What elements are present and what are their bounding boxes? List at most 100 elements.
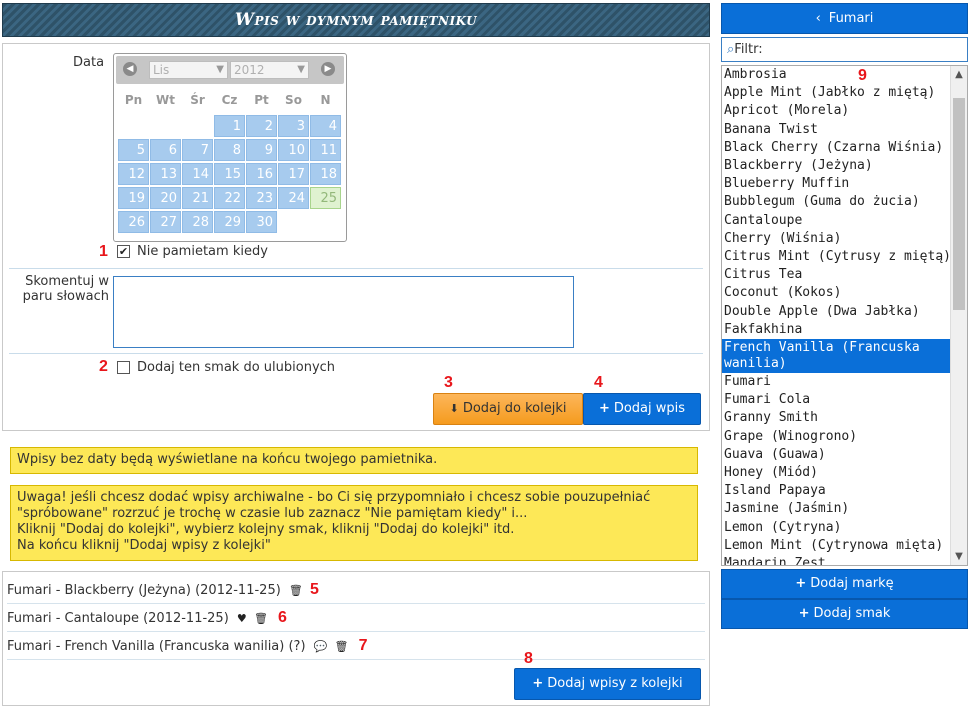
flavor-list-item[interactable]: Double Apple (Dwa Jabłka) [722,303,950,321]
calendar-day[interactable]: 25 [310,187,341,209]
flavor-list[interactable]: Ambrosia Apple Mint (Jabłko z miętą) Apric… [721,65,968,566]
main-column: Wpis w dymnym pamiętniku Data ◀ Lis ▼ 20… [2,3,710,431]
calendar-day[interactable]: 30 [246,211,277,233]
calendar-day[interactable]: 6 [150,139,181,161]
calendar-day[interactable]: 27 [150,211,181,233]
flavor-list-item[interactable]: Fakfakhina [722,321,950,339]
trash-icon[interactable]: 🗑 [254,612,268,625]
flavor-list-item[interactable]: Cantaloupe [722,212,950,230]
calendar-day[interactable]: 13 [150,163,181,185]
calendar-day[interactable]: 8 [214,139,245,161]
calendar-day[interactable]: 18 [310,163,341,185]
calendar-grid: Pn Wt Śr Cz Pt So N 1 2 3 4 5 6 7 8 9 10 11 12 13 14 15 16 17 18… [118,87,344,233]
scroll-down-icon[interactable]: ▼ [951,548,967,565]
scroll-up-icon[interactable]: ▲ [951,66,967,83]
calendar-day[interactable]: 7 [182,139,213,161]
heart-icon[interactable]: ♥ [237,612,247,625]
flavor-list-item[interactable]: Guava (Guawa) [722,446,950,464]
next-month-icon[interactable]: ▶ [321,62,335,76]
flavor-list-item[interactable]: Bubblegum (Guma do żucia) [722,193,950,211]
calendar-day[interactable]: 29 [214,211,245,233]
calendar-day[interactable]: 2 [246,115,277,137]
plus-icon: + [795,576,807,591]
calendar-day[interactable]: 4 [310,115,341,137]
chevron-left-icon: ‹ [815,11,821,26]
calendar-day[interactable]: 23 [246,187,277,209]
flavor-list-item[interactable]: French Vanilla (Francuska wanilia) [722,339,950,374]
brand-name: Fumari [828,11,874,26]
calendar-day[interactable]: 5 [118,139,149,161]
flavor-list-item[interactable]: Lemon Mint (Cytrynowa mięta) [722,537,950,555]
calendar-day[interactable]: 21 [182,187,213,209]
flavor-list-item[interactable]: Ambrosia [722,66,950,84]
calendar-day[interactable]: 20 [150,187,181,209]
flavor-list-item[interactable]: Fumari [722,373,950,391]
calendar-day[interactable]: 17 [278,163,309,185]
calendar-day[interactable]: 16 [246,163,277,185]
calendar-day[interactable]: 1 [214,115,245,137]
scrollbar-thumb[interactable] [953,98,965,310]
weekday-header: N [320,93,331,107]
favorite-label: Dodaj ten smak do ulubionych [137,360,336,375]
brand-back-button[interactable]: ‹ Fumari [721,3,968,34]
calendar-day[interactable]: 22 [214,187,245,209]
flavor-list-item[interactable]: Apricot (Morela) [722,102,950,120]
calendar-day[interactable]: 26 [118,211,149,233]
scrollbar[interactable]: ▲ ▼ [950,66,967,565]
flavor-list-item[interactable]: Jasmine (Jaśmin) [722,500,950,518]
flavor-list-item[interactable]: Blackberry (Jeżyna) [722,157,950,175]
prev-month-icon[interactable]: ◀ [123,62,137,76]
weekday-header: Cz [221,93,238,107]
queue-item-text: Fumari - Cantaloupe (2012-11-25) [7,611,229,626]
flavor-list-item[interactable]: Apple Mint (Jabłko z miętą) [722,84,950,102]
calendar-day[interactable]: 15 [214,163,245,185]
flavor-list-item[interactable]: Honey (Miód) [722,464,950,482]
flavor-list-item[interactable]: Fumari Cola [722,391,950,409]
month-select[interactable]: Lis ▼ [149,61,228,79]
add-to-queue-label: Dodaj do kolejki [462,401,567,416]
calendar-day[interactable]: 9 [246,139,277,161]
dont-remember-checkbox[interactable]: ✔ [117,245,130,258]
calendar-day[interactable]: 12 [118,163,149,185]
page-title: Wpis w dymnym pamiętniku [2,3,710,37]
flavor-list-item[interactable]: Grape (Winogrono) [722,428,950,446]
add-brand-button[interactable]: + Dodaj markę [721,569,968,599]
notice-line: Uwaga! jeśli chcesz dodać wpisy archiwal… [17,490,651,505]
flavor-list-item[interactable]: Coconut (Kokos) [722,284,950,302]
trash-icon[interactable]: 🗑 [335,640,349,653]
add-flavor-button[interactable]: + Dodaj smak [721,599,968,629]
add-from-queue-button[interactable]: + Dodaj wpisy z kolejki [514,668,701,700]
add-flavor-label: Dodaj smak [813,606,891,621]
marker-2: 2 [99,358,108,375]
comment-icon[interactable]: 💬 [314,640,328,653]
calendar-day[interactable]: 24 [278,187,309,209]
weekday-header: So [285,93,302,107]
flavor-list-item[interactable]: Cherry (Wiśnia) [722,230,950,248]
flavor-list-item[interactable]: Citrus Tea [722,266,950,284]
add-to-queue-button[interactable]: ⬇ Dodaj do kolejki [433,393,583,425]
add-entry-button[interactable]: + Dodaj wpis [583,393,701,425]
flavor-list-item[interactable]: Island Papaya [722,482,950,500]
year-select[interactable]: 2012 ▼ [230,61,309,79]
calendar-day[interactable]: 10 [278,139,309,161]
queue-panel: Fumari - Blackberry (Jeżyna) (2012-11-25… [2,571,710,706]
calendar-day[interactable]: 14 [182,163,213,185]
flavor-list-item[interactable]: Banana Twist [722,121,950,139]
calendar-day[interactable]: 11 [310,139,341,161]
flavor-list-item[interactable]: Mandarin Zest [722,555,950,565]
calendar-day[interactable]: 3 [278,115,309,137]
flavor-list-item[interactable]: Black Cherry (Czarna Wiśnia) [722,139,950,157]
calendar-day[interactable]: 28 [182,211,213,233]
calendar-day[interactable]: 19 [118,187,149,209]
entry-form: Data ◀ Lis ▼ 2012 ▼ ▶ Pn Wt Śr Cz Pt So N 1 2 3 4 5… [2,43,710,431]
flavor-list-item[interactable]: Granny Smith [722,409,950,427]
date-picker[interactable]: ◀ Lis ▼ 2012 ▼ ▶ Pn Wt Śr Cz Pt So N 1 2 3 4 5 6 7 8 9 1… [113,53,347,242]
flavor-list-item[interactable]: Citrus Mint (Cytrusy z miętą) [722,248,951,266]
filter-input[interactable]: ⌕Filtr: [721,37,968,62]
flavor-list-item[interactable]: Blueberry Muffin [722,175,950,193]
favorite-checkbox[interactable] [117,361,130,374]
flavor-list-item[interactable]: Lemon (Cytryna) [722,519,950,537]
notice-line: Kliknij "Dodaj do kolejki", wybierz kole… [17,522,515,537]
comment-textarea[interactable] [113,276,574,348]
trash-icon[interactable]: 🗑 [289,584,303,597]
